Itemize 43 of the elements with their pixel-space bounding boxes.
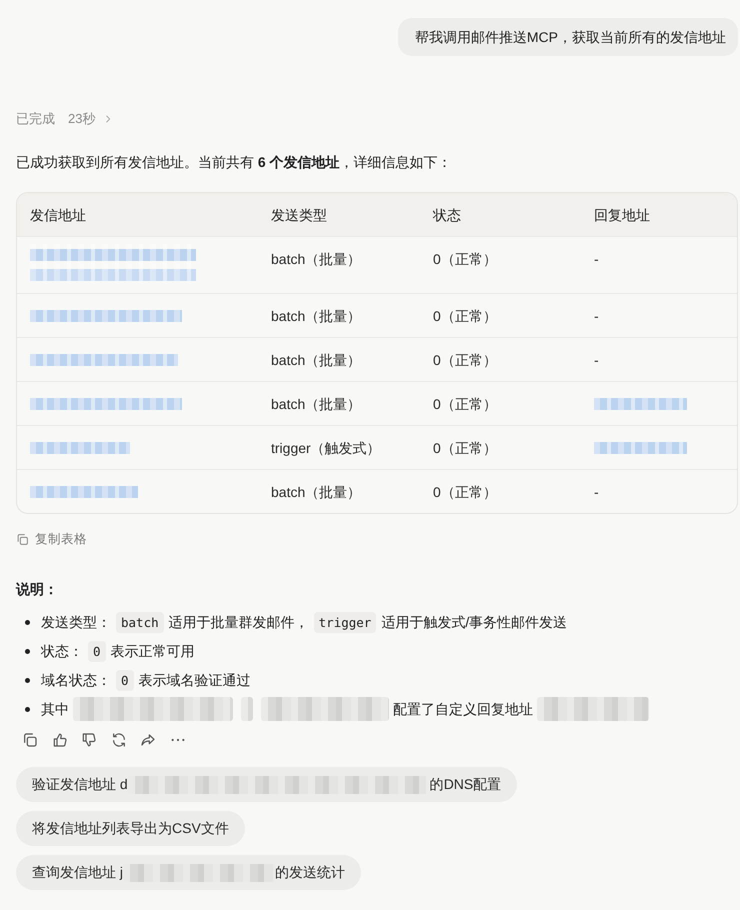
refresh-icon[interactable] xyxy=(110,732,126,748)
table-cell-text: 0（正常） xyxy=(432,250,498,269)
table-cell-text: - xyxy=(593,250,600,269)
redacted-text xyxy=(241,697,253,721)
list-item-text: 发送类型： batch 适用于批量群发邮件， trigger 适用于触发式/事务性邮件发送 xyxy=(41,610,568,634)
response-paragraph: 已成功获取到所有发信地址。当前共有 6 个发信地址，详细信息如下： xyxy=(16,153,453,171)
bullet-icon xyxy=(25,620,30,624)
bullet-icon xyxy=(25,648,30,654)
table-cell-text: - xyxy=(593,483,600,502)
table-cell-text: batch（批量） xyxy=(270,395,362,414)
table-cell-text: - xyxy=(593,351,600,370)
column-header: 发信地址 xyxy=(29,206,87,224)
list-item-text: 状态： 0 表示正常可用 xyxy=(41,638,195,664)
thumbs-down-icon[interactable] xyxy=(81,732,97,748)
bullet-icon xyxy=(25,706,30,712)
list-item-text: 配置了自定义回复地址 xyxy=(393,700,533,719)
list-item-text: 域名状态： 0 表示域名验证通过 xyxy=(41,668,251,692)
table-cell-text: trigger（触发式） xyxy=(270,439,382,458)
copy-icon[interactable] xyxy=(22,732,38,748)
table-cell-text: - xyxy=(593,307,600,326)
table-cell-text: 0（正常） xyxy=(432,395,498,414)
table-cell-text: 0（正常） xyxy=(432,439,498,458)
thumbs-up-icon[interactable] xyxy=(52,732,68,748)
copy-icon xyxy=(16,532,29,546)
share-icon[interactable] xyxy=(140,732,156,748)
notes-heading: 说明： xyxy=(16,580,59,598)
user-message-bubble: 帮我调用邮件推送MCP，获取当前所有的发信地址 xyxy=(398,18,738,56)
suggestion-chip[interactable]: 将发信地址列表导出为CSV文件 xyxy=(16,811,245,846)
table-cell-text: batch（批量） xyxy=(270,351,362,370)
table-cell-text: 0（正常） xyxy=(432,307,498,326)
suggestion-chip[interactable]: 验证发信地址 d 的DNS配置 xyxy=(16,767,518,802)
copy-table-button[interactable]: 复制表格 xyxy=(16,530,87,548)
column-header: 发送类型 xyxy=(270,206,328,224)
table-cell-text: batch（批量） xyxy=(270,483,362,502)
table-cell-text: 0（正常） xyxy=(432,483,498,502)
suggestion-chip[interactable]: 查询发信地址 j 的发送统计 xyxy=(16,855,361,890)
table-cell-text: 0（正常） xyxy=(432,351,498,370)
table-cell-text: batch（批量） xyxy=(270,307,362,326)
list-item-text: 其中 xyxy=(41,700,69,719)
bullet-icon xyxy=(25,678,30,682)
column-header: 回复地址 xyxy=(593,206,651,224)
column-header: 状态 xyxy=(432,206,462,224)
table-cell-text: batch（批量） xyxy=(270,250,362,269)
